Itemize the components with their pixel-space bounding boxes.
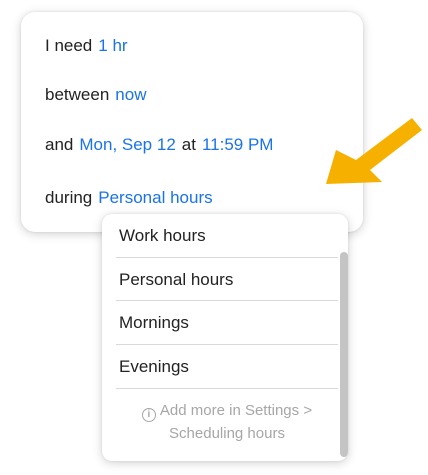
hint-line-2[interactable]: Scheduling hours — [169, 425, 285, 442]
end-date-link[interactable]: Mon, Sep 12 — [79, 135, 175, 154]
start-link[interactable]: now — [115, 85, 146, 104]
duration-row: I need 1 hr — [45, 33, 128, 59]
need-label: I need — [45, 36, 93, 55]
settings-hint: i Add more in Settings > Scheduling hours — [116, 399, 338, 445]
hint-line-1[interactable]: Add more in Settings > — [160, 402, 312, 419]
end-row: and Mon, Sep 12 at 11:59 PM — [45, 132, 273, 158]
duration-link[interactable]: 1 hr — [98, 36, 127, 55]
option-personal-hours[interactable]: Personal hours — [119, 258, 337, 301]
info-icon: i — [141, 408, 156, 422]
and-label: and — [45, 135, 74, 154]
option-evenings[interactable]: Evenings — [119, 345, 337, 388]
stage: I need 1 hr between now and Mon, Sep 12 at 11… — [0, 0, 428, 475]
option-mornings[interactable]: Mornings — [119, 301, 337, 344]
scheduling-card: I need 1 hr between now and Mon, Sep 12 at 11… — [21, 12, 363, 232]
hours-dropdown: Work hours Personal hours Mornings Eveni… — [102, 214, 348, 461]
during-label: during — [45, 188, 93, 207]
between-label: between — [45, 85, 110, 104]
option-work-hours[interactable]: Work hours — [119, 214, 337, 257]
scrollbar[interactable] — [340, 252, 348, 457]
at-label: at — [181, 135, 196, 154]
divider — [116, 388, 338, 389]
arrow-pointer-icon — [326, 118, 422, 184]
start-row: between now — [45, 82, 146, 108]
hours-row: during Personal hours — [45, 185, 213, 211]
arrow-shape — [326, 118, 422, 184]
hours-selection-link[interactable]: Personal hours — [98, 188, 212, 207]
end-time-link[interactable]: 11:59 PM — [202, 135, 274, 154]
